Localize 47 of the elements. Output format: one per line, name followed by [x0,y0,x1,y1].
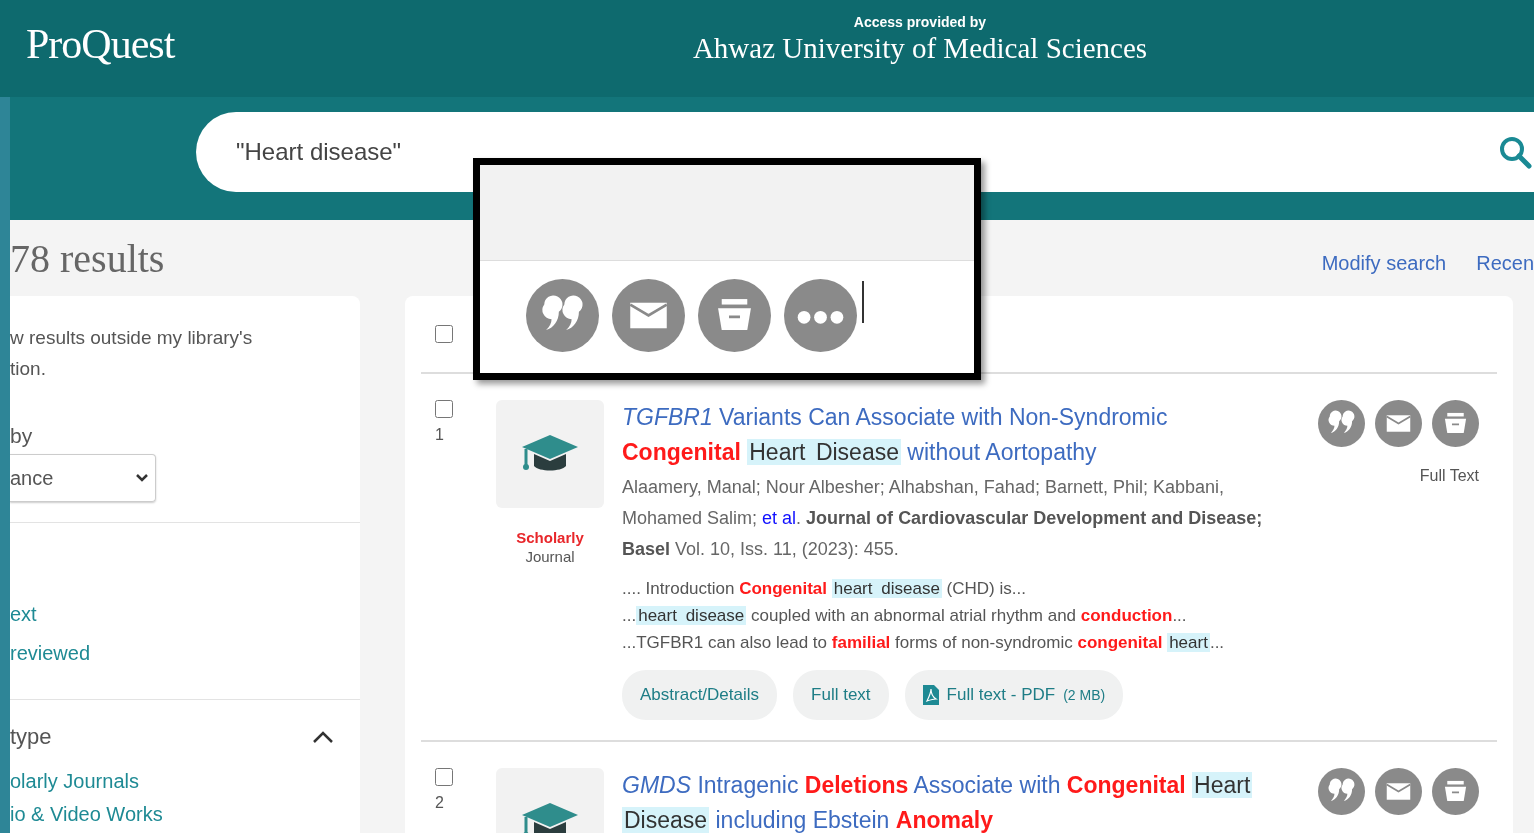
text-cursor [862,281,864,323]
archive-icon[interactable] [1432,768,1479,815]
mail-icon[interactable] [612,279,685,352]
access-label: Access provided by [853,14,987,30]
filter-link[interactable]: reviewed [10,642,360,665]
header-link[interactable]: Modify search [1321,251,1447,275]
source-type: Journal [525,548,575,565]
quote-icon[interactable] [1318,768,1365,815]
section-heading: type [10,724,52,750]
mail-icon[interactable] [1375,400,1422,447]
pdf-button[interactable]: Full text - PDF (2 MB) [904,670,1124,720]
more-icon[interactable] [784,279,857,352]
select-all-checkbox[interactable] [435,325,453,343]
availability-label: Full Text [1419,467,1479,485]
result-number: 2 [435,794,445,812]
result-checkbox[interactable] [435,768,453,786]
mail-icon[interactable] [1375,768,1422,815]
archive-icon[interactable] [698,279,771,352]
quote-icon[interactable] [1318,400,1365,447]
sort-dropdown[interactable]: ance [10,454,156,502]
chevron-icon[interactable] [312,730,334,744]
result-title[interactable]: GMDS Intragenic Deletions Associate with Congenital Heart Disease including Ebstein Anomaly [622,768,1272,833]
snippet-text: .... Introduction Congenital heart disease (CHD) is... [622,578,1027,600]
logo[interactable]: ProQuest [26,19,175,68]
filter-link[interactable]: ext [10,603,360,626]
results-count: 78 results [10,234,166,282]
result-title[interactable]: TGFBR1 Variants Can Associate with Non-Syndromic Congenital Heart Disease without Aortopathy [622,400,1272,470]
header-link[interactable]: Recen [1476,251,1534,275]
citation-text: Alaamery, Manal; Nour Albesher; Alhabshan, Fahad; Barnett, Phil; Kabbani, Mohamed Salim; et al. Journal of Cardiovascular Development and Disease; Basel Vol. 10, Iss. 11, (2023): 455. [622,476,1264,561]
note-text: tion. [10,357,47,381]
filter-link[interactable]: olarly Journals [10,770,360,793]
sort-label: by [10,424,34,448]
source-type: Scholarly [516,528,584,548]
caret-icon [135,473,149,483]
result-checkbox[interactable] [435,400,453,418]
result-number: 1 [435,426,445,444]
institution-name: Ahwaz University of Medical Sciences [692,32,1148,65]
archive-icon[interactable] [1432,400,1479,447]
link-button[interactable]: Full text [793,670,889,720]
note-text: w results outside my library's [10,326,254,350]
search-icon[interactable] [1498,134,1532,169]
link-button[interactable]: Abstract/Details [622,670,778,720]
quote-icon[interactable] [526,279,599,352]
filter-link[interactable]: io & Video Works [10,803,360,826]
pdf-icon [922,685,939,705]
snippet-text: ...TGFBR1 can also lead to familial forms of non-syndromic congenital heart... [622,632,1226,654]
snippet-text: ...heart disease coupled with an abnormal atrial rhythm and conduction... [622,605,1188,627]
